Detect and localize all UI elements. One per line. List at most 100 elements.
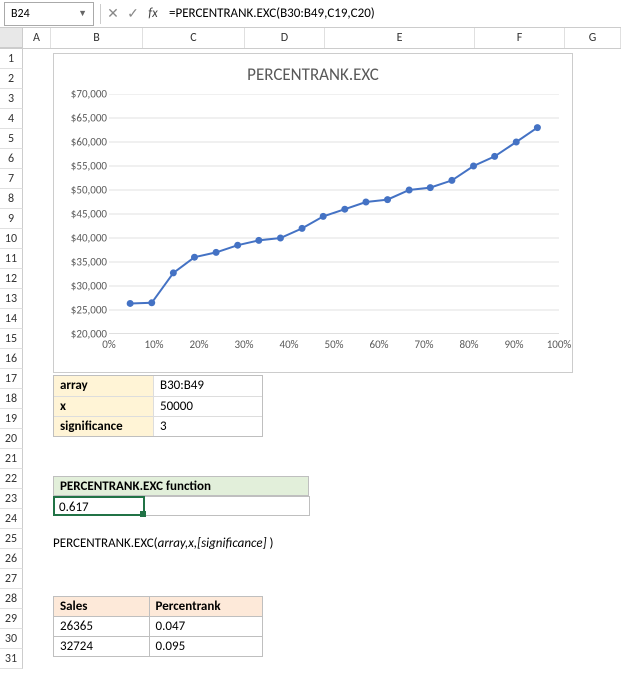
row-header[interactable]: 20 [0, 429, 23, 449]
row-header[interactable]: 3 [0, 89, 23, 109]
col-header-C[interactable]: C [143, 28, 245, 48]
col-header-E[interactable]: E [325, 28, 475, 48]
chart-svg [109, 94, 559, 334]
param-label: x [54, 397, 154, 416]
row-header[interactable]: 16 [0, 349, 23, 369]
param-value[interactable]: 50000 [154, 397, 262, 416]
row-header[interactable]: 24 [0, 509, 23, 529]
fx-icon[interactable]: fx [143, 6, 163, 21]
active-cell[interactable]: 0.617 [53, 496, 145, 516]
adjacent-cell[interactable] [145, 496, 310, 516]
param-row: arrayB30:B49 [54, 376, 262, 396]
check-icon[interactable]: ✓ [123, 5, 143, 22]
row-header[interactable]: 1 [0, 49, 23, 69]
row-header[interactable]: 21 [0, 449, 23, 469]
row-header[interactable]: 31 [0, 649, 23, 669]
row-header[interactable]: 27 [0, 569, 23, 589]
row-header[interactable]: 7 [0, 169, 23, 189]
x-tick-label: 70% [414, 338, 433, 351]
x-tick-label: 80% [459, 338, 478, 351]
function-syntax: PERCENTRANK.EXC(array,x,[significance] ) [53, 536, 273, 551]
y-tick-label: $40,000 [71, 232, 107, 245]
x-tick-label: 10% [144, 338, 163, 351]
param-row: x50000 [54, 396, 262, 416]
row-header[interactable]: 26 [0, 549, 23, 569]
col-header-G[interactable]: G [565, 28, 621, 48]
table-row: 263650.047 [54, 617, 263, 637]
embedded-chart[interactable]: PERCENTRANK.EXC $70,000$65,000$60,000$55… [53, 53, 573, 373]
chart-plot-area [109, 94, 559, 334]
cell-reference: B24 [11, 7, 30, 21]
separator [100, 4, 101, 24]
row-header[interactable]: 18 [0, 389, 23, 409]
row-header[interactable]: 19 [0, 409, 23, 429]
cancel-icon[interactable]: ✕ [103, 5, 123, 22]
row-header[interactable]: 8 [0, 189, 23, 209]
y-tick-label: $60,000 [71, 136, 107, 149]
row-header[interactable]: 2 [0, 69, 23, 89]
param-value[interactable]: 3 [154, 417, 262, 436]
y-tick-label: $35,000 [71, 256, 107, 269]
syntax-name: PERCENTRANK.EXC( [53, 536, 158, 551]
table-row: 327240.095 [54, 637, 263, 657]
y-tick-label: $65,000 [71, 112, 107, 125]
row-header[interactable]: 23 [0, 489, 23, 509]
table-header-row: SalesPercentrank [54, 597, 263, 617]
table-header-cell[interactable]: Sales [54, 597, 150, 617]
table-cell[interactable]: 26365 [54, 617, 150, 637]
param-label: array [54, 376, 154, 396]
select-all-corner[interactable] [0, 28, 23, 48]
col-header-B[interactable]: B [51, 28, 143, 48]
row-header[interactable]: 13 [0, 289, 23, 309]
table-cell[interactable]: 0.095 [150, 637, 263, 657]
chart-title: PERCENTRANK.EXC [54, 64, 572, 85]
row-header[interactable]: 14 [0, 309, 23, 329]
params-table: arrayB30:B49x50000significance3 [53, 375, 263, 437]
table-header-cell[interactable]: Percentrank [150, 597, 263, 617]
spreadsheet-grid: A B C D E F G 12345678910111213141516171… [0, 28, 621, 669]
data-table: SalesPercentrank263650.047327240.095 [53, 596, 263, 657]
param-value[interactable]: B30:B49 [154, 376, 262, 396]
row-header[interactable]: 12 [0, 269, 23, 289]
syntax-args: array,x,[significance] [158, 536, 267, 551]
name-box[interactable]: B24 ▼ [4, 2, 94, 26]
x-tick-label: 90% [504, 338, 523, 351]
y-tick-label: $25,000 [71, 304, 107, 317]
x-axis-labels: 0%10%20%30%40%50%60%70%80%90%100% [109, 338, 559, 356]
cells-area[interactable]: PERCENTRANK.EXC $70,000$65,000$60,000$55… [23, 49, 621, 669]
x-tick-label: 50% [324, 338, 343, 351]
col-header-D[interactable]: D [245, 28, 325, 48]
syntax-end: ) [267, 536, 274, 551]
column-headers: A B C D E F G [0, 28, 621, 49]
y-tick-label: $30,000 [71, 280, 107, 293]
row-header[interactable]: 11 [0, 249, 23, 269]
row-header[interactable]: 25 [0, 529, 23, 549]
row-header[interactable]: 4 [0, 109, 23, 129]
row-header[interactable]: 15 [0, 329, 23, 349]
x-tick-label: 100% [547, 338, 572, 351]
chevron-down-icon[interactable]: ▼ [78, 8, 87, 19]
table-cell[interactable]: 0.047 [150, 617, 263, 637]
row-header[interactable]: 22 [0, 469, 23, 489]
row-header[interactable]: 17 [0, 369, 23, 389]
row-header[interactable]: 29 [0, 609, 23, 629]
row-header[interactable]: 9 [0, 209, 23, 229]
y-axis-labels: $70,000$65,000$60,000$55,000$50,000$45,0… [59, 94, 107, 334]
col-header-F[interactable]: F [475, 28, 565, 48]
row-header[interactable]: 30 [0, 629, 23, 649]
row-header[interactable]: 5 [0, 129, 23, 149]
x-tick-label: 0% [102, 338, 115, 351]
col-header-A[interactable]: A [23, 28, 51, 48]
table-cell[interactable]: 32724 [54, 637, 150, 657]
row-header[interactable]: 28 [0, 589, 23, 609]
row-header[interactable]: 10 [0, 229, 23, 249]
formula-input[interactable] [163, 2, 621, 26]
x-tick-label: 40% [279, 338, 298, 351]
x-tick-label: 30% [234, 338, 253, 351]
y-tick-label: $45,000 [71, 208, 107, 221]
y-tick-label: $70,000 [71, 88, 107, 101]
param-row: significance3 [54, 416, 262, 436]
x-tick-label: 20% [189, 338, 208, 351]
row-header[interactable]: 6 [0, 149, 23, 169]
y-tick-label: $50,000 [71, 184, 107, 197]
